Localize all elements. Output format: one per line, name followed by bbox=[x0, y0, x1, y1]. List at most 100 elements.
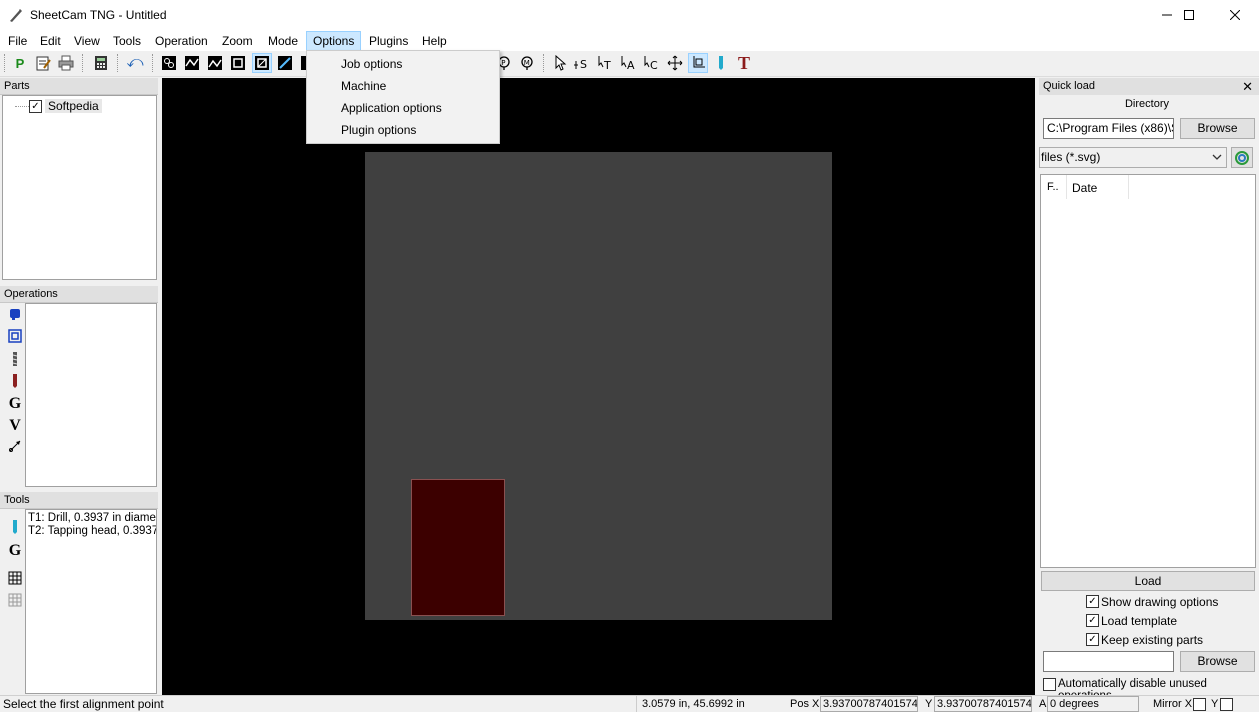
grid-tool-icon[interactable] bbox=[7, 593, 23, 611]
menu-bar: File Edit View Tools Operation Zoom Mode… bbox=[0, 31, 1259, 51]
menu-edit[interactable]: Edit bbox=[34, 31, 67, 51]
tool-item[interactable]: T1: Drill, 0.3937 in diamete bbox=[28, 512, 156, 524]
browse-template-button[interactable]: Browse bbox=[1180, 651, 1255, 672]
select-all-icon[interactable]: A bbox=[619, 53, 639, 73]
maximize-button[interactable] bbox=[1166, 0, 1212, 31]
cut-op-icon[interactable] bbox=[275, 53, 295, 73]
menu-zoom[interactable]: Zoom bbox=[216, 31, 259, 51]
line-op-icon[interactable] bbox=[182, 53, 202, 73]
mirror-y-checkbox[interactable] bbox=[1220, 698, 1233, 711]
browse-directory-button[interactable]: Browse bbox=[1180, 118, 1255, 139]
select-start-icon[interactable]: S bbox=[573, 53, 593, 73]
pos-y-label: Y bbox=[925, 698, 933, 710]
select-text-icon[interactable]: T bbox=[596, 53, 616, 73]
svg-text:P: P bbox=[501, 59, 505, 67]
close-icon bbox=[1229, 9, 1241, 21]
pocket-operation-icon[interactable] bbox=[7, 329, 23, 347]
title-bar: SheetCam TNG - Untitled bbox=[0, 0, 1259, 31]
menu-options[interactable]: Options bbox=[306, 31, 362, 51]
tap-operation-icon[interactable] bbox=[7, 351, 23, 369]
part-checkbox[interactable]: ✓ bbox=[29, 100, 42, 113]
text-tool-icon[interactable]: T bbox=[734, 53, 754, 73]
tools-panel-header: Tools bbox=[0, 492, 158, 509]
load-template-checkbox[interactable]: ✓ bbox=[1086, 614, 1099, 627]
select-cursor-icon[interactable] bbox=[550, 53, 570, 73]
gcode-tool-icon[interactable]: G bbox=[7, 542, 23, 560]
tools-icon-strip: G bbox=[2, 509, 25, 694]
menu-job-options[interactable]: Job options bbox=[341, 53, 402, 75]
sheet-area bbox=[365, 152, 832, 620]
vcarve-operation-icon[interactable]: V bbox=[7, 417, 23, 435]
edit-icon[interactable] bbox=[33, 53, 53, 73]
close-button[interactable] bbox=[1212, 0, 1258, 31]
zoom-move-icon[interactable]: M bbox=[517, 53, 537, 73]
part-item-softpedia[interactable]: Softpedia bbox=[45, 99, 102, 113]
template-path-input[interactable] bbox=[1043, 651, 1174, 672]
post-process-icon[interactable]: P bbox=[10, 53, 30, 73]
toolbar-separator bbox=[543, 54, 544, 72]
menu-mode[interactable]: Mode bbox=[262, 31, 304, 51]
toolbar: P ⤺ P M S T A C T bbox=[0, 51, 1259, 77]
table-tool-icon[interactable] bbox=[7, 571, 23, 589]
menu-help[interactable]: Help bbox=[416, 31, 453, 51]
pos-x-field[interactable]: 3.93700787401574 bbox=[820, 696, 918, 712]
thread-operation-icon[interactable] bbox=[7, 373, 23, 391]
menu-plugin-options[interactable]: Plugin options bbox=[341, 119, 416, 141]
refresh-icon bbox=[1235, 151, 1249, 165]
drill-operation-icon[interactable] bbox=[7, 307, 23, 325]
menu-plugins[interactable]: Plugins bbox=[363, 31, 414, 51]
tools-list: T1: Drill, 0.3937 in diamete T2: Tapping… bbox=[25, 509, 157, 694]
pocket-op-icon[interactable] bbox=[228, 53, 248, 73]
gcode-operation-icon[interactable]: G bbox=[7, 395, 23, 413]
outline-op-icon[interactable] bbox=[252, 53, 272, 73]
close-panel-icon[interactable]: ✕ bbox=[1242, 78, 1253, 95]
move-icon[interactable] bbox=[665, 53, 685, 73]
menu-file[interactable]: File bbox=[2, 31, 33, 51]
angle-field[interactable]: 0 degrees bbox=[1047, 696, 1139, 712]
print-icon[interactable] bbox=[56, 53, 76, 73]
column-divider bbox=[1128, 175, 1129, 199]
drill-op-icon[interactable] bbox=[159, 53, 179, 73]
quick-load-title: Quick load bbox=[1043, 80, 1095, 92]
drill-tool-icon[interactable] bbox=[711, 53, 731, 73]
file-list[interactable]: F.. Date bbox=[1040, 174, 1256, 568]
angle-label: A bbox=[1039, 698, 1047, 710]
move-operation-icon[interactable] bbox=[7, 439, 23, 457]
directory-input[interactable]: C:\Program Files (x86)\She bbox=[1043, 118, 1174, 139]
status-divider bbox=[636, 696, 637, 712]
file-filter-select[interactable]: files (*.svg) bbox=[1039, 147, 1227, 168]
column-header-date[interactable]: Date bbox=[1072, 181, 1097, 195]
refresh-button[interactable] bbox=[1231, 147, 1253, 168]
menu-view[interactable]: View bbox=[68, 31, 106, 51]
show-drawing-options-checkbox[interactable]: ✓ bbox=[1086, 595, 1099, 608]
drawing-canvas[interactable] bbox=[162, 78, 1035, 695]
menu-tools[interactable]: Tools bbox=[107, 31, 147, 51]
svg-text:S: S bbox=[580, 58, 587, 71]
toolbar-separator bbox=[152, 54, 153, 72]
column-divider bbox=[1066, 175, 1067, 199]
keep-existing-parts-checkbox[interactable]: ✓ bbox=[1086, 633, 1099, 646]
contour-op-icon[interactable] bbox=[205, 53, 225, 73]
menu-machine[interactable]: Machine bbox=[341, 75, 386, 97]
load-button[interactable]: Load bbox=[1041, 571, 1255, 591]
align-icon[interactable] bbox=[688, 53, 708, 73]
svg-text:T: T bbox=[603, 59, 611, 71]
svg-text:M: M bbox=[524, 59, 530, 67]
status-message: Select the first alignment point bbox=[3, 697, 164, 711]
parts-tree: ✓ Softpedia bbox=[2, 95, 157, 280]
auto-disable-checkbox[interactable] bbox=[1043, 678, 1056, 691]
select-contour-icon[interactable]: C bbox=[642, 53, 662, 73]
column-header-file[interactable]: F.. bbox=[1047, 181, 1059, 193]
drill-bit-icon[interactable] bbox=[7, 519, 23, 537]
pos-x-label: Pos X bbox=[790, 698, 820, 710]
tool-item[interactable]: T2: Tapping head, 0.3937 bbox=[28, 525, 156, 537]
menu-application-options[interactable]: Application options bbox=[341, 97, 442, 119]
operations-icon-strip: G V bbox=[2, 303, 25, 487]
calculator-icon[interactable] bbox=[91, 53, 111, 73]
mirror-x-checkbox[interactable] bbox=[1193, 698, 1206, 711]
part-shape[interactable] bbox=[411, 479, 505, 616]
pos-y-field[interactable]: 3.93700787401574 bbox=[934, 696, 1032, 712]
menu-operation[interactable]: Operation bbox=[149, 31, 214, 51]
directory-label: Directory bbox=[1124, 98, 1169, 110]
undo-icon[interactable]: ⤺ bbox=[125, 53, 145, 73]
